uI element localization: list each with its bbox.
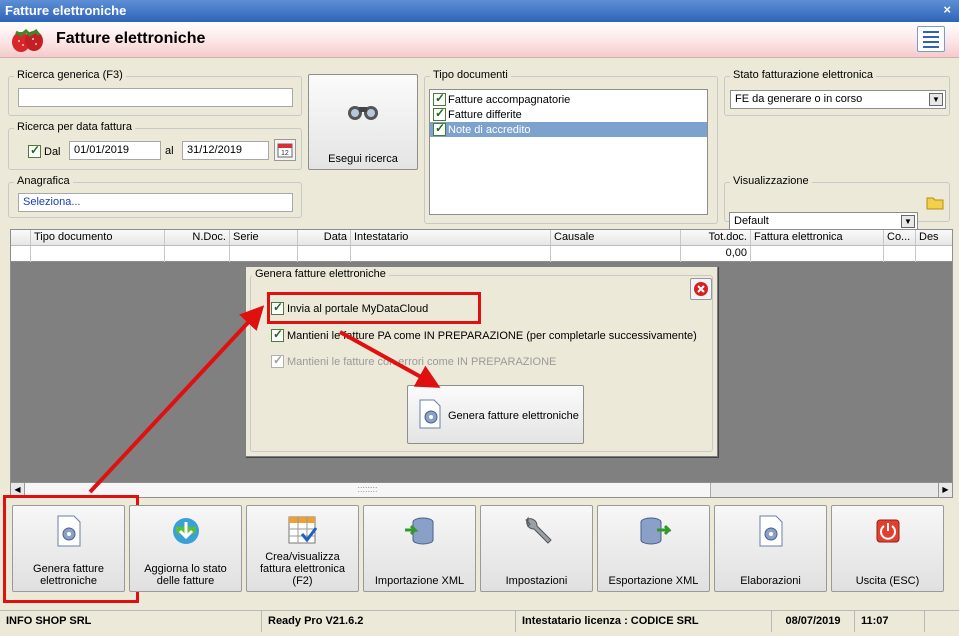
toolbar-button-label: Genera fatture elettroniche — [33, 563, 104, 587]
toolbar-button-label: Crea/visualizza fattura elettronica (F2) — [260, 551, 345, 587]
toolbar-button-generate[interactable]: Genera fatture elettroniche — [12, 505, 125, 592]
status-bar: INFO SHOP SRL Ready Pro V21.6.2 Intestat… — [0, 610, 959, 632]
toolbar-button-create[interactable]: Crea/visualizza fattura elettronica (F2) — [246, 505, 359, 592]
status-license: Intestatario licenza : CODICE SRL — [516, 611, 772, 632]
status-company: INFO SHOP SRL — [0, 611, 262, 632]
arrow-to-generate — [339, 330, 441, 388]
toolbar-button-label: Uscita (ESC) — [855, 575, 920, 587]
wrench-icon — [524, 516, 552, 544]
toolbar-button-processing[interactable]: Elaborazioni — [714, 505, 827, 592]
database-export-icon — [640, 517, 673, 545]
arrow-to-checkbox — [88, 305, 265, 494]
toolbar-button-label: Impostazioni — [505, 575, 568, 587]
toolbar-button-exit[interactable]: Uscita (ESC) — [831, 505, 944, 592]
toolbar-button-settings[interactable]: Impostazioni — [480, 505, 593, 592]
gear-document-icon — [759, 515, 782, 547]
toolbar-button-export[interactable]: Esportazione XML — [597, 505, 710, 592]
toolbar-button-label: Esportazione XML — [608, 575, 699, 587]
toolbar-button-label: Elaborazioni — [740, 575, 801, 587]
database-import-icon — [404, 517, 433, 545]
toolbar-button-update[interactable]: Aggiorna lo stato delle fatture — [129, 505, 242, 592]
status-time: 11:07 — [855, 611, 925, 632]
toolbar-button-import[interactable]: Importazione XML — [363, 505, 476, 592]
toolbar-button-label: Importazione XML — [374, 575, 465, 587]
power-icon — [876, 519, 899, 543]
toolbar-button-label: Aggiorna lo stato delle fatture — [144, 563, 227, 587]
gear-document-icon — [57, 515, 80, 547]
globe-download-icon — [172, 518, 199, 544]
status-version: Ready Pro V21.6.2 — [262, 611, 516, 632]
status-date: 08/07/2019 — [772, 611, 855, 632]
table-check-icon — [288, 516, 317, 544]
